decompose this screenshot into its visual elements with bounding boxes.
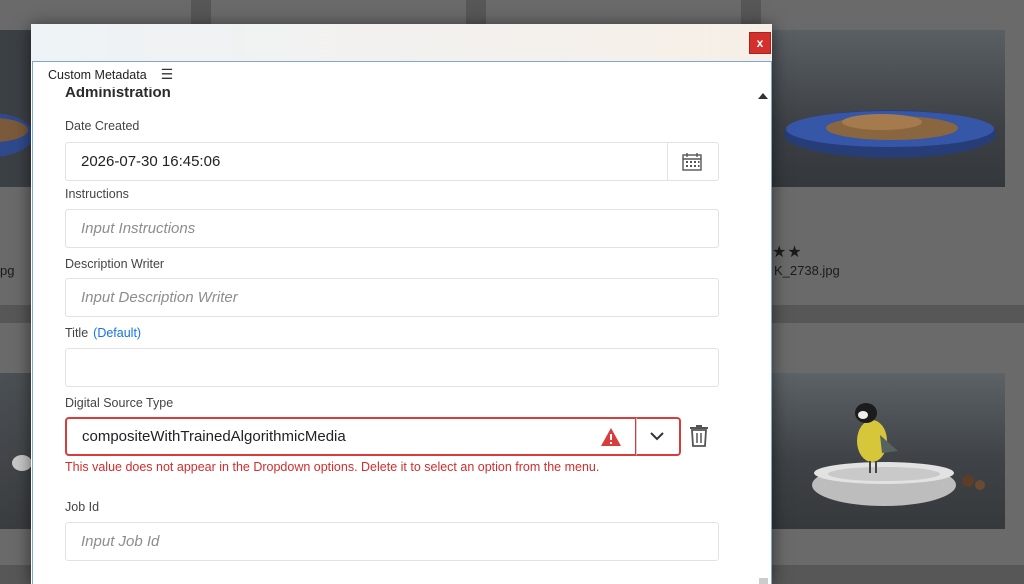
section-title: Administration	[65, 87, 171, 101]
warning-icon	[601, 428, 621, 446]
photo-nut-bowl	[772, 30, 1005, 187]
job-id-input[interactable]: Input Job Id	[65, 522, 719, 561]
hamburger-icon[interactable]: ☰	[161, 66, 174, 83]
panel-tab-label: Custom Metadata	[48, 67, 147, 82]
photo-bird-dish-left	[0, 373, 32, 529]
dialog-titlebar[interactable]: x	[31, 24, 772, 61]
date-created-label: Date Created	[65, 119, 140, 133]
scrollbar[interactable]	[755, 87, 771, 584]
file-name: K_2738.jpg	[774, 263, 840, 278]
photo-bird-dish	[772, 373, 1005, 529]
default-tag: (Default)	[93, 326, 142, 340]
dropdown-button[interactable]	[636, 417, 681, 456]
star-rating[interactable]: ★★	[772, 242, 803, 262]
custom-metadata-panel: Custom Metadata ☰ Administration Date Cr…	[32, 61, 772, 584]
description-writer-input[interactable]: Input Description Writer	[65, 278, 719, 317]
metadata-form: Administration Date Created 2026-07-30 1…	[33, 87, 755, 584]
validation-error: This value does not appear in the Dropdo…	[65, 460, 600, 474]
title-input[interactable]	[65, 348, 719, 387]
calendar-icon	[682, 153, 702, 171]
chevron-down-icon	[650, 432, 664, 441]
photo-nut-bowl-left	[0, 30, 32, 187]
panel-tab[interactable]: Custom Metadata ☰	[33, 62, 771, 87]
instructions-label: Instructions	[65, 187, 129, 201]
digital-source-type-label: Digital Source Type	[65, 396, 174, 410]
close-button[interactable]: x	[749, 32, 771, 54]
instructions-input[interactable]: Input Instructions	[65, 209, 719, 248]
scroll-up-arrow-icon[interactable]	[758, 93, 768, 99]
scroll-thumb[interactable]	[759, 578, 768, 584]
date-created-field[interactable]: 2026-07-30 16:45:06	[65, 142, 668, 181]
title-label: Title (Default)	[65, 326, 141, 340]
description-writer-label: Description Writer	[65, 257, 165, 271]
digital-source-type-input[interactable]: compositeWithTrainedAlgorithmicMedia	[65, 417, 637, 456]
title-label-text: Title	[65, 326, 89, 340]
file-name: pg	[0, 263, 15, 278]
job-id-label: Job Id	[65, 500, 100, 514]
metadata-dialog: x Custom Metadata ☰ Administration Date …	[31, 24, 772, 584]
date-picker-button[interactable]	[667, 142, 719, 181]
trash-icon[interactable]	[688, 424, 710, 448]
